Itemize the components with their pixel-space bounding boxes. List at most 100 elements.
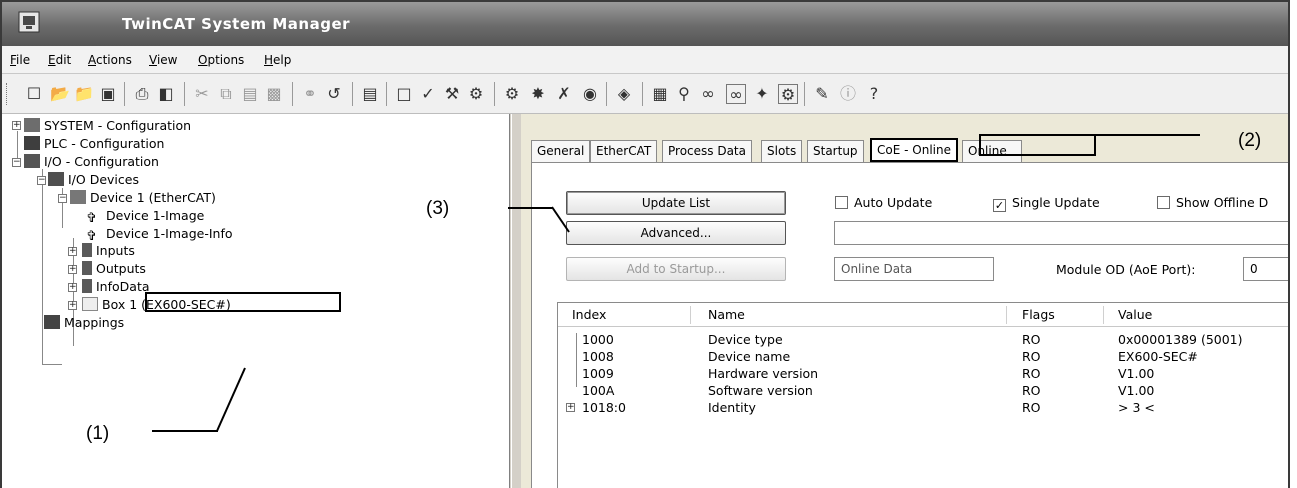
tree-item-io-devices[interactable]: I/O Devices [48,171,139,189]
device-icon[interactable]: ▤ [360,84,380,104]
cell-value: EX600-SEC# [1118,349,1198,364]
column-header-name[interactable]: Name [708,307,745,322]
tab-process-data[interactable]: Process Data [662,140,752,162]
link-icon[interactable]: ∞ [698,84,718,104]
zoom-icon[interactable]: ◈ [614,84,634,104]
save-icon[interactable]: ▣ [98,84,118,104]
coe-object-table[interactable]: Index Name Flags Value 1000 Device type … [557,302,1288,488]
add-to-startup-button[interactable]: Add to Startup... [566,257,786,281]
network-icon[interactable]: ✸ [528,84,548,104]
toolbar-separator [606,82,607,106]
expand-box1[interactable]: + [68,301,77,310]
open-folder-icon[interactable]: 📁 [74,84,94,104]
tree-item-infodata[interactable]: InfoData [82,278,150,296]
cell-name: Device type [708,332,783,347]
find-icon[interactable]: ⚭ [300,84,320,104]
print-icon[interactable]: ⎙ [132,84,152,104]
print-preview-icon[interactable]: ◧ [156,84,176,104]
tree-item-device1-image-info[interactable]: ✞ Device 1-Image-Info [86,225,233,244]
activate-config-icon[interactable]: □ [394,84,414,104]
tree-item-system[interactable]: SYSTEM - Configuration [24,117,191,135]
menu-file[interactable]: File [10,53,30,67]
cut-icon[interactable]: ✂ [192,84,212,104]
tab-general[interactable]: General [531,140,591,162]
info-icon[interactable]: ⓘ [838,84,858,104]
table-row[interactable]: 1009 Hardware version RO V1.00 [558,365,1288,382]
mappings-icon[interactable]: ✦ [752,84,772,104]
io-icon [24,154,40,168]
table-row[interactable]: 1000 Device type RO 0x00001389 (5001) [558,331,1288,348]
table-row[interactable]: + 1018:0 Identity RO > 3 < [558,399,1288,416]
check-icon[interactable]: ✓ [418,84,438,104]
tree-item-device1[interactable]: Device 1 (EtherCAT) [70,189,216,207]
table-row[interactable]: 100A Software version RO V1.00 [558,382,1288,399]
callout-line-1-diagonal [216,367,246,432]
new-icon[interactable]: ☐ [24,84,44,104]
open-icon[interactable]: 📂 [50,84,70,104]
config-mode-icon[interactable]: ⚙ [778,84,798,104]
menu-actions[interactable]: Actions [88,53,132,67]
search-icon[interactable]: ⚲ [674,84,694,104]
free-run-icon[interactable]: ∞ [726,84,746,104]
tree-item-plc[interactable]: PLC - Configuration [24,135,164,153]
callout-2: (2) [1238,130,1262,151]
pane-splitter[interactable] [511,114,521,488]
expand-infodata[interactable]: + [68,283,77,292]
properties-icon[interactable]: ▦ [650,84,670,104]
image-icon: ✞ [86,211,97,226]
menu-edit[interactable]: Edit [48,53,71,67]
collapse-device1[interactable]: − [58,194,67,203]
tree-item-io[interactable]: I/O - Configuration [24,153,159,171]
column-header-value[interactable]: Value [1118,307,1152,322]
advanced-button[interactable]: Advanced... [566,221,786,245]
paste-icon[interactable]: ▤ [240,84,260,104]
module-od-label: Module OD (AoE Port): [1056,262,1196,277]
expand-outputs[interactable]: + [68,265,77,274]
target-icon[interactable]: ⚙ [466,84,486,104]
help-icon[interactable]: ? [864,84,884,104]
edit-icon[interactable]: ✎ [812,84,832,104]
copy-icon[interactable]: ⧉ [216,84,236,104]
tab-ethercat[interactable]: EtherCAT [590,140,658,162]
toolbar-separator [352,82,353,106]
module-od-field[interactable]: 0 [1243,257,1288,281]
cell-value: V1.00 [1118,383,1155,398]
collapse-io-devices[interactable]: − [37,176,46,185]
tree-item-device1-image[interactable]: ✞ Device 1-Image [86,207,204,226]
outputs-icon [82,261,92,275]
paste-link-icon[interactable]: ▩ [264,84,284,104]
auto-update-checkbox[interactable]: Auto Update [835,194,932,212]
build-icon[interactable]: ⚒ [442,84,462,104]
show-offline-checkbox[interactable]: Show Offline D [1157,194,1268,212]
tree-item-inputs[interactable]: Inputs [82,242,135,260]
tools-icon[interactable]: ✗ [554,84,574,104]
tree-item-outputs[interactable]: Outputs [82,260,146,278]
scan-icon[interactable]: ⚙ [502,84,522,104]
cell-index: 1008 [582,349,614,364]
expand-identity[interactable]: + [566,403,575,412]
tab-startup[interactable]: Startup [807,140,864,162]
mappings-icon [44,315,60,329]
tree-label: Inputs [96,243,135,258]
ethercat-device-icon [70,190,86,204]
update-list-button[interactable]: Update List [566,191,786,215]
expand-inputs[interactable]: + [68,247,77,256]
menu-help[interactable]: Help [264,53,291,67]
toolbar: ☐ 📂 📁 ▣ ⎙ ◧ ✂ ⧉ ▤ ▩ ⚭ ↺ ▤ □ ✓ ⚒ ⚙ ⚙ ✸ ✗ … [2,74,1288,114]
column-header-index[interactable]: Index [572,307,606,322]
tree-item-mappings[interactable]: Mappings [44,314,124,332]
menu-view[interactable]: View [149,53,177,67]
table-row[interactable]: 1008 Device name RO EX600-SEC# [558,348,1288,365]
column-header-flags[interactable]: Flags [1022,307,1055,322]
single-update-label: Single Update [1012,195,1100,210]
expand-system[interactable]: + [12,121,21,130]
tab-coe-online[interactable]: CoE - Online [870,138,958,162]
toolbar-separator [494,82,495,106]
menu-options[interactable]: Options [198,53,244,67]
tab-slots[interactable]: Slots [761,140,803,162]
replace-icon[interactable]: ↺ [324,84,344,104]
toolbar-grip[interactable] [6,83,9,105]
settings-icon[interactable]: ◉ [580,84,600,104]
single-update-checkbox[interactable]: ✓ Single Update [993,194,1100,212]
collapse-io[interactable]: − [12,158,21,167]
